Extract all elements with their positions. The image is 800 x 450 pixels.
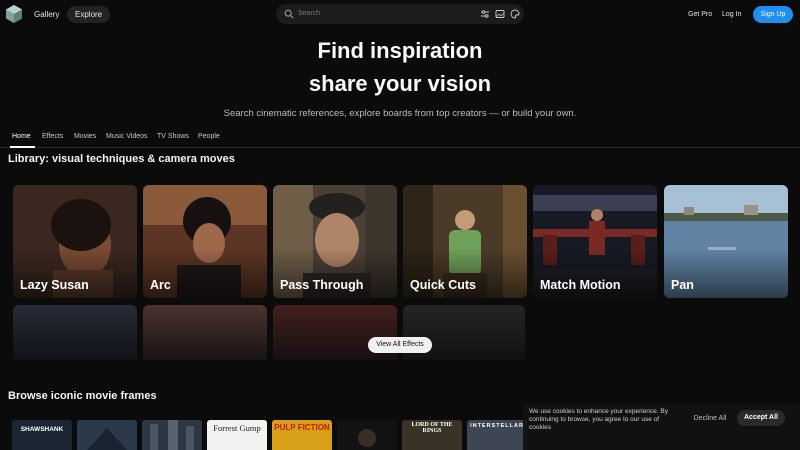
effect-card-pan[interactable]: Pan [664,185,788,298]
movie-title: INTERSTELLAR [470,423,524,429]
movie-title: SHAWSHANK [20,426,64,433]
movie-thumbnail [142,420,202,450]
library-fade-overlay [0,300,800,370]
card-title: Pass Through [280,278,364,292]
log-in-link[interactable]: Log In [722,6,741,23]
effect-card-pass-through[interactable]: Pass Through [273,185,397,298]
library-section-title: Library: visual techniques & camera move… [8,153,235,165]
view-all-effects-button[interactable]: View All Effects [368,337,432,353]
image-search-icon[interactable] [495,9,505,19]
filter-icon[interactable] [480,9,490,19]
movie-frame[interactable]: INTERSTELLAR [467,420,527,450]
movie-frame[interactable]: SHAWSHANK [12,420,72,450]
search-input[interactable]: Search [298,4,320,24]
tab-home[interactable]: Home [12,133,31,140]
tab-people[interactable]: People [198,133,220,140]
top-nav: Gallery Explore Search Get Pro Log In Si… [0,0,800,28]
effect-card-arc[interactable]: Arc [143,185,267,298]
decline-all-button[interactable]: Decline All [686,411,734,426]
movie-frame[interactable]: PULP FICTION [272,420,332,450]
movie-frame[interactable] [77,420,137,450]
movie-thumbnail [77,420,137,450]
hero-title-line-1: Find inspiration [317,38,483,63]
accept-all-button[interactable]: Accept All [737,410,785,426]
movie-thumbnail [337,420,397,450]
search-icon [284,9,294,19]
movie-frame[interactable]: LORD OF THE RINGS [402,420,462,450]
movie-frame[interactable] [142,420,202,450]
tab-effects[interactable]: Effects [42,133,63,140]
cookie-text: We use cookies to enhance your experienc… [529,408,668,431]
tab-tv-shows[interactable]: TV Shows [157,133,189,140]
movie-title: Forrest Gump [213,423,261,433]
hero-title-line-2: share your vision [308,71,492,96]
app-page: Gallery Explore Search Get Pro Log In Si… [0,0,800,450]
tab-music-videos[interactable]: Music Videos [106,133,148,140]
movie-title: PULP FICTION [274,423,330,432]
card-title: Arc [150,278,171,292]
active-tab-indicator [10,146,35,148]
category-tabs: Home Effects Movies Music Videos TV Show… [0,131,800,148]
movie-frame[interactable] [337,420,397,450]
sign-up-button[interactable]: Sign Up [753,6,793,23]
effect-card-quick-cuts[interactable]: Quick Cuts [403,185,527,298]
palette-icon[interactable] [510,9,520,19]
hero-subtitle: Search cinematic references, explore boa… [223,108,577,119]
effect-card-match-motion[interactable]: Match Motion [533,185,657,298]
card-title: Pan [671,278,694,292]
card-title: Quick Cuts [410,278,476,292]
logo-icon[interactable] [6,5,22,23]
tab-movies[interactable]: Movies [74,133,96,140]
card-title: Lazy Susan [20,278,89,292]
search-bar[interactable]: Search [276,4,524,24]
movies-section-title: Browse iconic movie frames [8,390,157,402]
effect-card-lazy-susan[interactable]: Lazy Susan [13,185,137,298]
nav-explore[interactable]: Explore [67,6,111,23]
card-title: Match Motion [540,278,621,292]
movie-frame[interactable]: Forrest Gump [207,420,267,450]
movie-title: LORD OF THE RINGS [411,422,453,434]
get-pro-link[interactable]: Get Pro [688,6,712,23]
nav-gallery[interactable]: Gallery [26,6,67,23]
